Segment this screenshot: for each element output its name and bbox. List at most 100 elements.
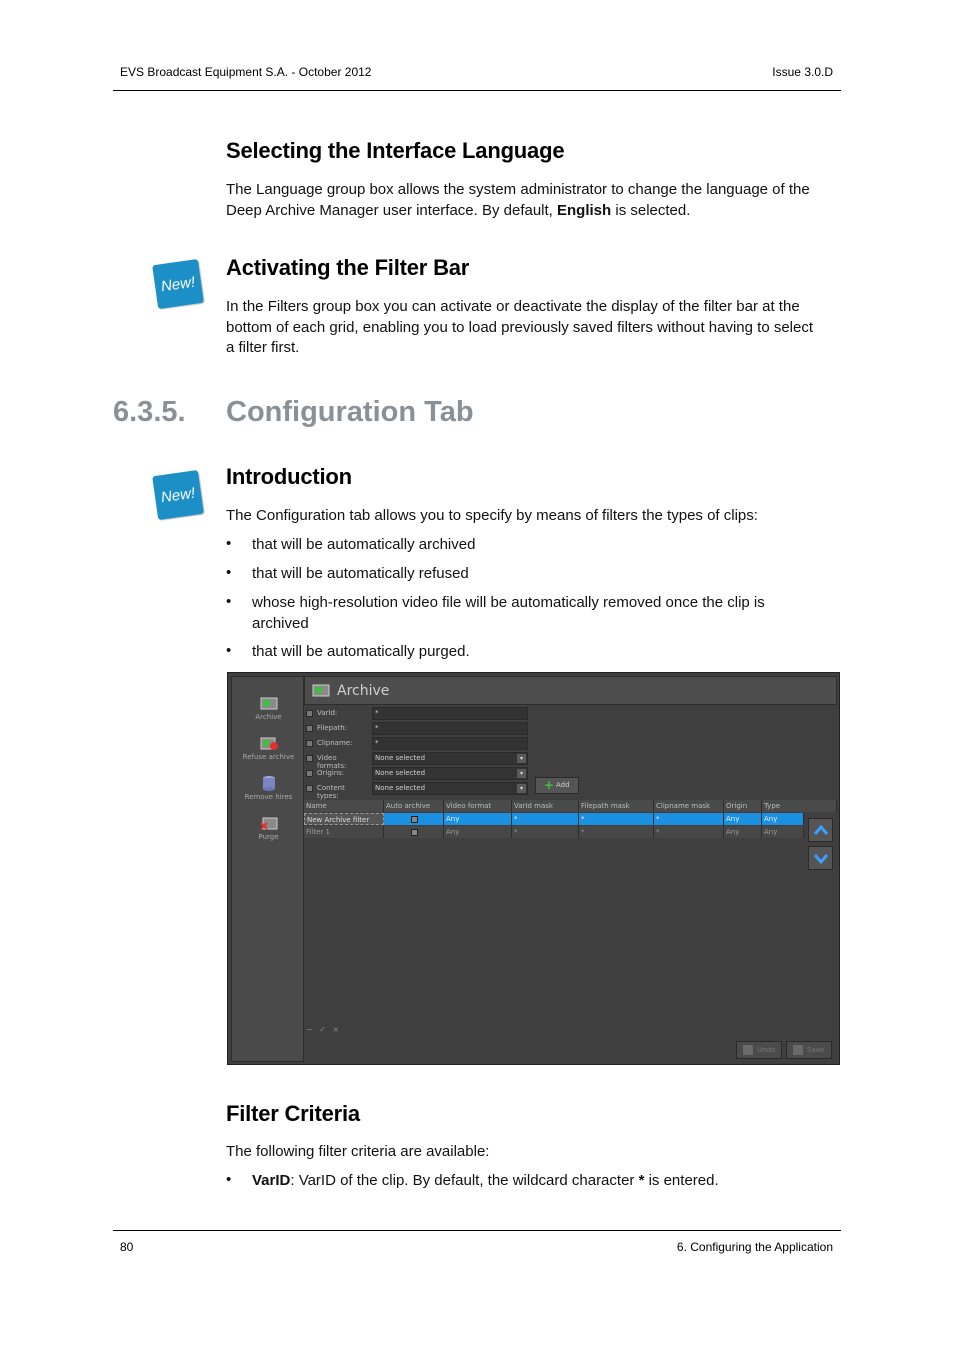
cell-video-format: Any — [444, 826, 512, 838]
plus-icon: + — [544, 778, 555, 792]
cell-origin: Any — [724, 826, 762, 838]
sidebar-item-label: Remove hires — [244, 793, 293, 801]
sidebar-item-label: Purge — [258, 833, 279, 841]
move-down-button[interactable] — [808, 846, 833, 870]
bullet-text: VarID: VarID of the clip. By default, th… — [252, 1171, 812, 1192]
button-label: Save — [807, 1046, 825, 1054]
paragraph-filter-bar: In the Filters group box you can activat… — [226, 297, 838, 359]
field-label: VarId: — [317, 709, 338, 717]
origins-checkbox[interactable] — [306, 770, 313, 777]
archive-icon — [312, 684, 330, 697]
column-header[interactable]: Filepath mask — [579, 800, 654, 812]
field-label: Video formats: — [317, 754, 347, 770]
text-run: Deep Archive Manager user interface. By … — [226, 201, 558, 219]
paragraph-line: The Language group box allows the system… — [226, 181, 810, 198]
running-header-left: EVS Broadcast Equipment S.A. - October 2… — [120, 65, 372, 79]
varid-input[interactable]: * — [372, 707, 528, 720]
bullet-dot: • — [226, 535, 232, 552]
select-value: None selected — [375, 784, 426, 792]
cell-name: Filter 1 — [304, 826, 384, 838]
paragraph-introduction: The Configuration tab allows you to spec… — [226, 507, 758, 524]
video-formats-checkbox[interactable] — [306, 755, 313, 762]
bullet-dot: • — [226, 593, 232, 610]
page-number: 80 — [120, 1240, 134, 1254]
button-label: Add — [556, 781, 570, 789]
cell-auto-archive[interactable] — [384, 813, 444, 825]
clipname-input[interactable]: * — [372, 737, 528, 750]
minus-icon[interactable]: − — [306, 1025, 313, 1034]
purge-icon — [259, 817, 277, 830]
sidebar-item-archive[interactable]: Archive — [232, 695, 305, 721]
refuse-archive-icon — [260, 737, 278, 750]
cell-clipname-mask: * — [654, 826, 724, 838]
grid-header-row: Name Auto archive Video format VarId mas… — [304, 800, 837, 812]
close-icon[interactable]: × — [333, 1025, 340, 1034]
section-title-introduction: Introduction — [226, 464, 352, 489]
sidebar-item-purge[interactable]: Purge — [232, 815, 305, 841]
filepath-checkbox[interactable] — [306, 725, 313, 732]
section-title-filter-criteria: Filter Criteria — [226, 1101, 360, 1126]
add-filter-button[interactable]: + Add — [535, 777, 579, 794]
column-header[interactable]: Auto archive — [384, 800, 444, 812]
paragraph-line: bottom of each grid, enabling you to loa… — [226, 318, 814, 336]
origins-select[interactable]: None selected ▾ — [372, 767, 528, 780]
paragraph-line: In the Filters group box you can activat… — [226, 298, 800, 315]
cell-type: Any — [762, 826, 804, 838]
cell-type: Any — [762, 813, 804, 825]
field-label: Origins: — [317, 769, 345, 777]
running-footer-right: 6. Configuring the Application — [676, 1240, 833, 1254]
auto-archive-checkbox[interactable] — [411, 828, 418, 836]
text-run: is selected. — [611, 201, 691, 219]
cell-clipname-mask: * — [654, 813, 724, 825]
video-formats-select[interactable]: None selected ▾ — [372, 752, 528, 765]
field-label: Clipname: — [317, 739, 353, 747]
configuration-tab-screenshot: Archive Refuse archive Remove hires Purg… — [227, 672, 840, 1065]
bullet-dot: • — [226, 642, 232, 659]
content-types-checkbox[interactable] — [306, 785, 313, 792]
filter-type-sidebar: Archive Refuse archive Remove hires Purg… — [231, 676, 304, 1062]
column-header[interactable]: Video format — [444, 800, 512, 812]
sidebar-item-remove-hires[interactable]: Remove hires — [232, 775, 305, 801]
varid-checkbox[interactable] — [306, 710, 313, 717]
chapter-number: 6.3.5. — [113, 396, 186, 428]
bold-term: VarID — [252, 1172, 291, 1189]
cell-varid-mask: * — [512, 813, 579, 825]
cell-video-format: Any — [444, 813, 512, 825]
clipname-checkbox[interactable] — [306, 740, 313, 747]
running-header-right: Issue 3.0.D — [772, 65, 833, 79]
column-header[interactable]: Origin — [724, 800, 762, 812]
move-up-button[interactable] — [808, 818, 833, 842]
select-value: None selected — [375, 769, 426, 777]
select-value: None selected — [375, 754, 426, 762]
auto-archive-checkbox[interactable] — [411, 815, 418, 823]
floppy-icon — [793, 1045, 803, 1055]
undo-button[interactable]: Undo — [736, 1041, 782, 1059]
archive-icon — [260, 697, 277, 710]
chevron-down-icon: ▾ — [517, 769, 526, 778]
save-button[interactable]: Save — [786, 1041, 832, 1059]
check-icon[interactable]: ✓ — [319, 1025, 326, 1034]
bullet-dot: • — [226, 564, 232, 581]
cell-varid-mask: * — [512, 826, 579, 838]
text-run: is entered. — [644, 1172, 719, 1189]
table-row[interactable]: Filter 1 Any * * * Any Any — [304, 826, 804, 838]
column-header[interactable]: Type — [762, 800, 837, 812]
cell-auto-archive[interactable] — [384, 826, 444, 838]
sidebar-item-label: Archive — [255, 713, 282, 721]
filepath-input[interactable]: * — [372, 722, 528, 735]
column-header[interactable]: Name — [304, 800, 384, 812]
sidebar-item-refuse-archive[interactable]: Refuse archive — [232, 735, 305, 761]
section-title-filter-bar: Activating the Filter Bar — [226, 255, 470, 280]
column-header[interactable]: Clipname mask — [654, 800, 724, 812]
chevron-down-icon: ▾ — [517, 784, 526, 793]
chevron-up-icon — [813, 824, 829, 835]
paragraph-line: Deep Archive Manager user interface. By … — [226, 201, 838, 222]
bold-term: English — [557, 201, 612, 219]
content-types-select[interactable]: None selected ▾ — [372, 782, 528, 795]
table-row[interactable]: New Archive filter Any * * * Any Any — [304, 813, 804, 825]
database-icon — [262, 776, 275, 791]
paragraph-line: a filter first. — [226, 339, 300, 356]
column-header[interactable]: VarId mask — [512, 800, 579, 812]
panel-title-bar: Archive — [304, 676, 837, 705]
bullet-text: that will be automatically purged. — [252, 643, 470, 660]
